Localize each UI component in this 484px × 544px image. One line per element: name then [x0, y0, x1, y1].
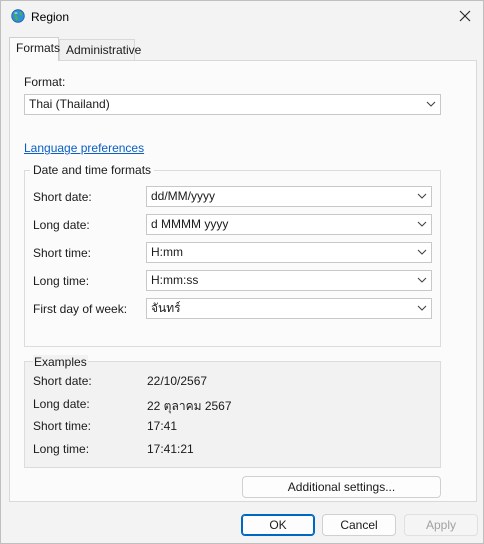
tab-administrative-label: Administrative	[66, 43, 142, 57]
ok-button[interactable]: OK	[241, 514, 315, 536]
long-time-label: Long time:	[33, 274, 90, 288]
tab-formats-label: Formats	[16, 41, 61, 55]
title-bar: Region	[1, 1, 483, 33]
language-preferences-link[interactable]: Language preferences	[24, 141, 144, 155]
example-long-time-value: 17:41:21	[147, 442, 194, 456]
first-day-of-week-label: First day of week:	[33, 302, 128, 316]
long-time-value: H:mm:ss	[151, 273, 199, 287]
chevron-down-icon	[417, 249, 427, 255]
short-time-label: Short time:	[33, 246, 92, 260]
short-time-dropdown[interactable]: H:mm	[146, 242, 432, 263]
region-dialog: Region Formats Administrative Format: Th…	[0, 0, 484, 544]
example-short-date-value: 22/10/2567	[147, 374, 208, 388]
format-label: Format:	[24, 75, 66, 89]
globe-icon	[11, 9, 25, 23]
chevron-down-icon	[417, 193, 427, 199]
formats-panel: Format: Thai (Thailand) Language prefere…	[9, 60, 477, 502]
long-date-dropdown[interactable]: d MMMM yyyy	[146, 214, 432, 235]
close-button[interactable]	[447, 1, 483, 31]
tab-formats[interactable]: Formats	[9, 37, 61, 61]
example-short-date-label: Short date:	[33, 374, 92, 388]
apply-button[interactable]: Apply	[404, 514, 478, 536]
cancel-button[interactable]: Cancel	[322, 514, 396, 536]
short-date-dropdown[interactable]: dd/MM/yyyy	[146, 186, 432, 207]
format-dropdown-value: Thai (Thailand)	[29, 97, 110, 111]
long-date-label: Long date:	[33, 218, 90, 232]
example-long-date-value: 22 ตุลาคม 2567	[147, 399, 232, 413]
examples-title: Examples	[33, 355, 88, 369]
chevron-down-icon	[426, 101, 436, 107]
example-short-time-label: Short time:	[33, 419, 92, 433]
long-date-value: d MMMM yyyy	[151, 217, 229, 231]
chevron-down-icon	[417, 305, 427, 311]
date-time-formats-title: Date and time formats	[30, 163, 155, 177]
chevron-down-icon	[417, 277, 427, 283]
tab-administrative[interactable]: Administrative	[59, 39, 141, 60]
first-day-of-week-dropdown[interactable]: จันทร์	[146, 298, 432, 319]
window-title: Region	[31, 10, 70, 24]
long-time-dropdown[interactable]: H:mm:ss	[146, 270, 432, 291]
chevron-down-icon	[417, 221, 427, 227]
close-icon	[459, 10, 471, 22]
format-dropdown[interactable]: Thai (Thailand)	[24, 94, 441, 115]
example-long-date-label: Long date:	[33, 397, 90, 411]
additional-settings-button[interactable]: Additional settings...	[242, 476, 441, 498]
short-date-label: Short date:	[33, 190, 92, 204]
short-date-value: dd/MM/yyyy	[151, 189, 216, 203]
first-day-of-week-value: จันทร์	[151, 301, 181, 315]
example-long-time-label: Long time:	[33, 442, 90, 456]
short-time-value: H:mm	[151, 245, 183, 259]
example-short-time-value: 17:41	[147, 419, 178, 433]
